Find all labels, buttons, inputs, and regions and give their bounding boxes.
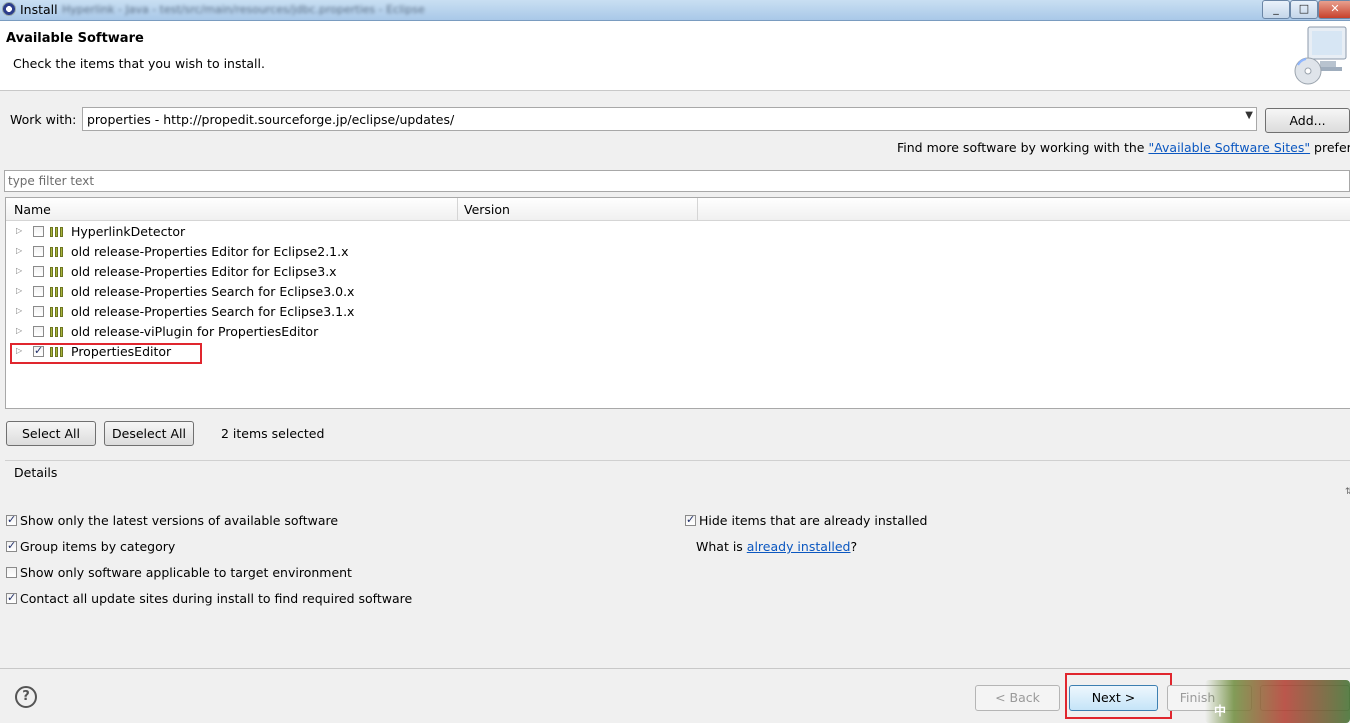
option-group-by-category[interactable]: Group items by category: [6, 539, 175, 554]
window-title: Install: [20, 2, 58, 17]
select-all-button[interactable]: Select All: [6, 421, 96, 446]
row-label: HyperlinkDetector: [71, 224, 186, 239]
eclipse-icon: [2, 2, 16, 16]
row-checkbox[interactable]: [33, 246, 44, 257]
category-icon: [50, 327, 66, 337]
find-more-suffix: preferences: [1314, 140, 1350, 155]
row-label: old release-Properties Editor for Eclips…: [71, 244, 349, 259]
checkbox[interactable]: [6, 567, 17, 578]
column-divider[interactable]: [697, 198, 698, 220]
expand-arrow-icon[interactable]: ▷: [16, 226, 22, 235]
column-version[interactable]: Version: [464, 202, 510, 217]
row-label: old release-Properties Search for Eclips…: [71, 284, 355, 299]
work-with-value: properties - http://propedit.sourceforge…: [87, 112, 455, 127]
what-is-prefix: What is: [696, 539, 747, 554]
page-subtitle: Check the items that you wish to install…: [13, 56, 265, 71]
category-icon: [50, 307, 66, 317]
system-tray-overlay: [1205, 680, 1350, 723]
annotation-highlight-box: [10, 343, 202, 364]
work-with-combo[interactable]: properties - http://propedit.sourceforge…: [82, 107, 1257, 131]
option-label: Hide items that are already installed: [699, 513, 928, 528]
row-checkbox[interactable]: [33, 306, 44, 317]
row-label: old release-Properties Editor for Eclips…: [71, 264, 337, 279]
find-more-text: Find more software by working with the "…: [897, 140, 1350, 155]
option-label: Show only software applicable to target …: [20, 565, 352, 580]
tree-row-propertieseditor[interactable]: ▷ PropertiesEditor: [6, 342, 1346, 362]
option-latest-versions[interactable]: Show only the latest versions of availab…: [6, 513, 338, 528]
category-icon: [50, 227, 66, 237]
add-site-button[interactable]: Add...: [1265, 108, 1350, 133]
window-title-bar[interactable]: Install Hyperlink - Java - test/src/main…: [0, 0, 1350, 21]
expand-arrow-icon[interactable]: ▷: [16, 246, 22, 255]
software-tree[interactable]: Name Version ▷ HyperlinkDetector ▷ old r…: [5, 197, 1350, 409]
checkbox[interactable]: [685, 513, 696, 526]
expand-arrow-icon[interactable]: ▷: [16, 326, 22, 335]
row-checkbox[interactable]: [33, 226, 44, 237]
tree-header: Name Version: [6, 198, 1350, 221]
row-label: old release-Properties Search for Eclips…: [71, 304, 355, 319]
window-title-blurred: Hyperlink - Java - test/src/main/resourc…: [62, 3, 425, 16]
close-button[interactable]: ✕: [1318, 0, 1350, 19]
filter-input[interactable]: type filter text: [4, 170, 1350, 192]
column-name[interactable]: Name: [14, 202, 51, 217]
chevron-down-icon[interactable]: ▼: [1245, 110, 1253, 121]
find-more-prefix: Find more software by working with the: [897, 140, 1149, 155]
work-with-label: Work with:: [10, 112, 77, 127]
tree-row-hyperlinkdetector[interactable]: ▷ HyperlinkDetector: [6, 222, 1346, 242]
option-hide-installed[interactable]: Hide items that are already installed: [685, 513, 927, 528]
back-button[interactable]: < Back: [975, 685, 1060, 711]
category-icon: [50, 267, 66, 277]
category-icon: [50, 247, 66, 257]
expand-arrow-icon[interactable]: ▷: [16, 286, 22, 295]
expand-arrow-icon[interactable]: ▷: [16, 306, 22, 315]
option-label: Group items by category: [20, 539, 176, 554]
already-installed-link[interactable]: already installed: [747, 539, 851, 554]
install-monitor-icon: [1294, 26, 1347, 85]
tree-row-viplugin[interactable]: ▷ old release-viPlugin for PropertiesEdi…: [6, 322, 1346, 342]
category-icon: [50, 287, 66, 297]
option-label: Show only the latest versions of availab…: [20, 513, 339, 528]
annotation-highlight-box: [1065, 673, 1172, 719]
checkbox[interactable]: [6, 513, 17, 526]
row-checkbox[interactable]: [33, 266, 44, 277]
filter-placeholder: type filter text: [8, 174, 95, 188]
details-label: Details: [14, 465, 58, 480]
tree-row-search-3-1[interactable]: ▷ old release-Properties Search for Ecli…: [6, 302, 1346, 322]
deselect-all-button[interactable]: Deselect All: [104, 421, 194, 446]
available-sites-link[interactable]: "Available Software Sites": [1148, 140, 1310, 155]
wizard-header: Available Software Check the items that …: [0, 21, 1350, 91]
row-label: old release-viPlugin for PropertiesEdito…: [71, 324, 319, 339]
footer-divider: [0, 668, 1350, 669]
tree-row-editor-2-1[interactable]: ▷ old release-Properties Editor for Ecli…: [6, 242, 1346, 262]
maximize-button[interactable]: □: [1290, 0, 1318, 19]
what-is-installed: What is already installed?: [696, 539, 857, 554]
column-divider[interactable]: [457, 198, 458, 220]
row-checkbox[interactable]: [33, 286, 44, 297]
selection-status: 2 items selected: [221, 426, 325, 441]
row-checkbox[interactable]: [33, 326, 44, 337]
tree-row-editor-3[interactable]: ▷ old release-Properties Editor for Ecli…: [6, 262, 1346, 282]
option-contact-sites[interactable]: Contact all update sites during install …: [6, 591, 412, 606]
page-title: Available Software: [6, 31, 144, 46]
expand-arrow-icon[interactable]: ▷: [16, 266, 22, 275]
checkbox[interactable]: [6, 539, 17, 552]
help-icon[interactable]: ?: [15, 686, 37, 708]
details-group: Details ⇅: [5, 460, 1350, 507]
checkbox[interactable]: [6, 591, 17, 604]
option-label: Contact all update sites during install …: [20, 591, 413, 606]
minimize-button[interactable]: _: [1262, 0, 1290, 19]
what-is-suffix: ?: [850, 539, 858, 554]
ime-indicator[interactable]: 中: [1214, 702, 1226, 719]
tree-row-search-3-0[interactable]: ▷ old release-Properties Search for Ecli…: [6, 282, 1346, 302]
scroll-arrows-icon[interactable]: ⇅: [1345, 487, 1350, 497]
option-target-environment[interactable]: Show only software applicable to target …: [6, 565, 352, 580]
